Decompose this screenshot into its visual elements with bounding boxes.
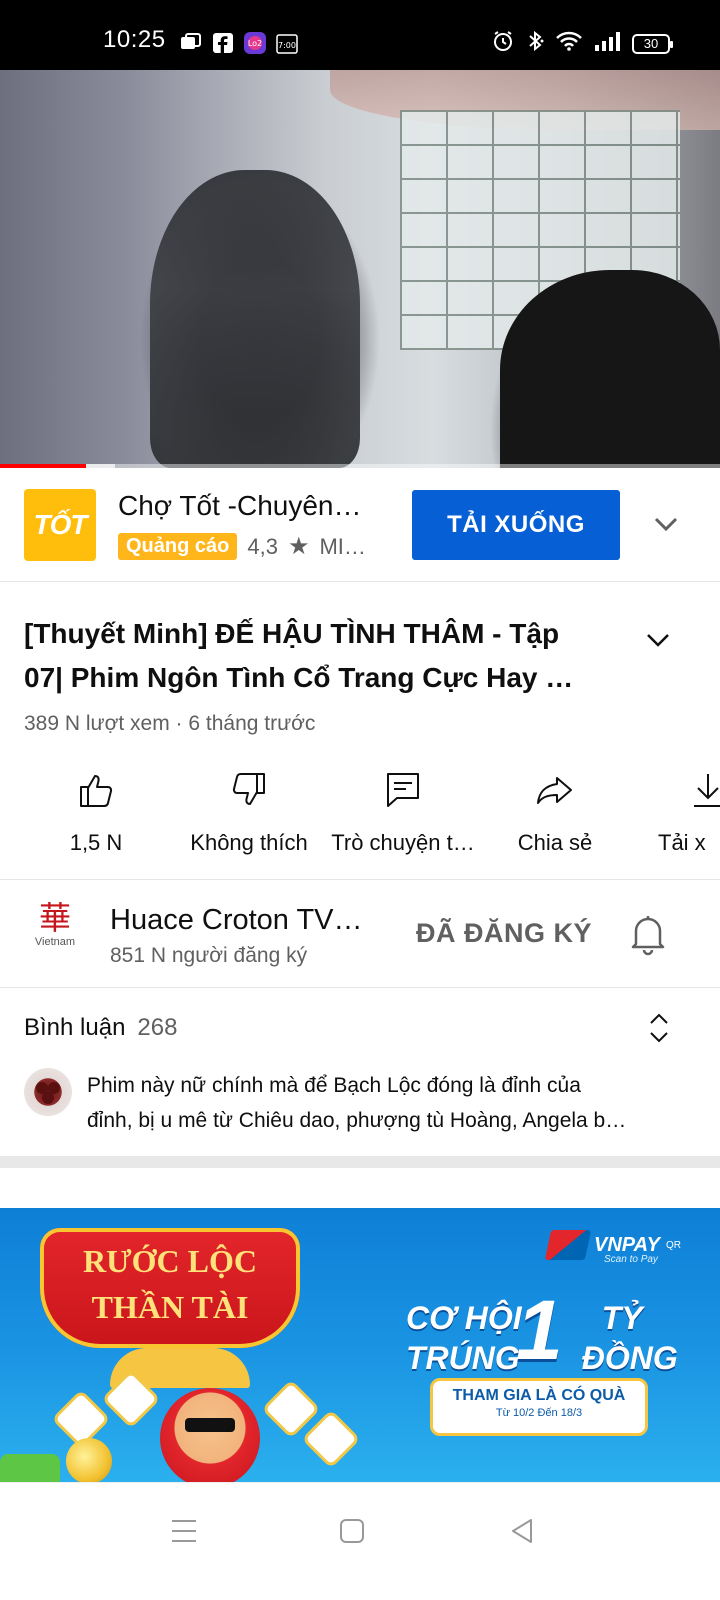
system-nav-bar xyxy=(0,1482,720,1600)
status-bar: 10:25 Lo2 7:00 30 xyxy=(0,0,720,70)
channel-name[interactable]: Huace Croton TV… xyxy=(110,904,380,937)
video-title[interactable]: [Thuyết Minh] ĐẾ HẬU TÌNH THÂM - Tập 07|… xyxy=(24,612,624,700)
vnpay-logo: VNPAY QR Scan to Pay xyxy=(544,1230,681,1265)
video-title-line: [Thuyết Minh] ĐẾ HẬU TÌNH THÂM - Tập xyxy=(24,618,560,649)
comment-count: 268 xyxy=(137,1014,178,1041)
back-triangle-icon xyxy=(512,1519,532,1543)
dislike-button[interactable]: Không thích xyxy=(184,770,314,856)
video-meta: 389 N lượt xem · 6 tháng trước xyxy=(24,712,316,735)
ad-meta: Quảng cáo 4,3 ★ MI… xyxy=(118,532,398,561)
facebook-icon xyxy=(212,32,234,54)
battery-icon: 30 xyxy=(632,33,673,54)
top-comment: Phim này nữ chính mà để Bạch Lộc đóng là… xyxy=(87,1074,627,1132)
banner-chest xyxy=(0,1454,60,1482)
back-button[interactable] xyxy=(502,1511,542,1551)
live-chat-icon xyxy=(387,773,419,807)
video-title-line: 07| Phim Ngôn Tình Cổ Trang Cực Hay … xyxy=(24,662,574,693)
ad-category: MI… xyxy=(319,533,366,559)
star-icon: ★ xyxy=(287,533,310,560)
wifi-icon xyxy=(556,31,582,56)
ad-badge: Quảng cáo xyxy=(118,533,238,560)
download-button[interactable]: Tải x xyxy=(658,770,720,856)
calendar-label: 7:00 xyxy=(278,41,296,50)
like-icon xyxy=(80,775,113,807)
channel-row[interactable]: 華 Vietnam Huace Croton TV… 851 N người đ… xyxy=(0,880,720,988)
download-icon xyxy=(694,774,720,807)
bluetooth-icon xyxy=(526,30,544,57)
action-row: 1,5 N Không thích Trò chuyện t… Chia sẻ … xyxy=(0,770,720,880)
banner-mascot-glasses xyxy=(185,1418,235,1432)
home-square-icon xyxy=(340,1519,364,1543)
alarm-icon xyxy=(492,30,514,57)
clock: 10:25 xyxy=(103,26,166,53)
channel-avatar[interactable]: 華 Vietnam xyxy=(28,900,82,960)
ad-rating: 4,3 xyxy=(247,533,278,559)
system-status: 30 xyxy=(492,30,673,57)
battery-level: 30 xyxy=(643,36,659,51)
home-button[interactable] xyxy=(332,1511,372,1551)
ad-download-button[interactable]: TẢI XUỐNG xyxy=(412,490,620,560)
menu-button[interactable] xyxy=(164,1511,204,1551)
banner-ribbon-text: RƯỚC LỘC THẦN TÀI xyxy=(83,1243,257,1325)
ad-banner[interactable]: RƯỚC LỘC THẦN TÀI VNPAY QR Scan to Pay 1 … xyxy=(0,1208,720,1482)
commenter-avatar xyxy=(24,1068,72,1116)
share-button[interactable]: Chia sẻ xyxy=(510,770,600,856)
messages-icon xyxy=(180,32,202,54)
advertiser-logo[interactable]: TỐT xyxy=(24,489,96,561)
comments-header: Bình luận 268 xyxy=(24,1014,178,1041)
live-chat-button[interactable]: Trò chuyện t… xyxy=(330,770,476,856)
section-separator xyxy=(0,1156,720,1168)
share-icon xyxy=(537,777,572,804)
video-frame-figure xyxy=(500,270,720,468)
subscriber-count: 851 N người đăng ký xyxy=(110,944,308,967)
menu-icon xyxy=(172,1520,196,1542)
expand-icon[interactable] xyxy=(644,1010,674,1046)
lo2-label: Lo2 xyxy=(248,39,262,48)
ad-title[interactable]: Chợ Tốt -Chuyên… xyxy=(118,490,388,522)
signal-icon xyxy=(594,31,620,56)
notification-icons: Lo2 7:00 xyxy=(180,32,298,54)
subscribed-button[interactable]: ĐÃ ĐĂNG KÝ xyxy=(416,918,592,949)
lo2-app-icon: Lo2 xyxy=(244,32,266,54)
comments-section[interactable]: Bình luận 268 Phim này nữ chính mà để Bạc… xyxy=(0,988,720,1156)
video-player[interactable] xyxy=(0,70,720,468)
chevron-down-icon[interactable] xyxy=(642,624,674,656)
banner-promo-text: 1 CƠ HỘI TỶ TRÚNG ĐỒNG xyxy=(406,1283,678,1377)
banner-promo-card: THAM GIA LÀ CÓ QUÀ Từ 10/2 Đến 18/3 xyxy=(430,1378,648,1436)
video-frame-figure xyxy=(150,170,360,468)
banner-mascot xyxy=(160,1388,260,1482)
calendar-icon: 7:00 xyxy=(276,32,298,54)
bell-icon[interactable] xyxy=(628,912,668,956)
chevron-down-icon[interactable] xyxy=(650,508,682,540)
banner-coin xyxy=(66,1438,112,1482)
dislike-icon xyxy=(232,773,265,805)
ad-companion-bar[interactable]: TỐT Chợ Tốt -Chuyên… Quảng cáo 4,3 ★ MI…… xyxy=(0,468,720,582)
like-button[interactable]: 1,5 N xyxy=(56,770,136,856)
